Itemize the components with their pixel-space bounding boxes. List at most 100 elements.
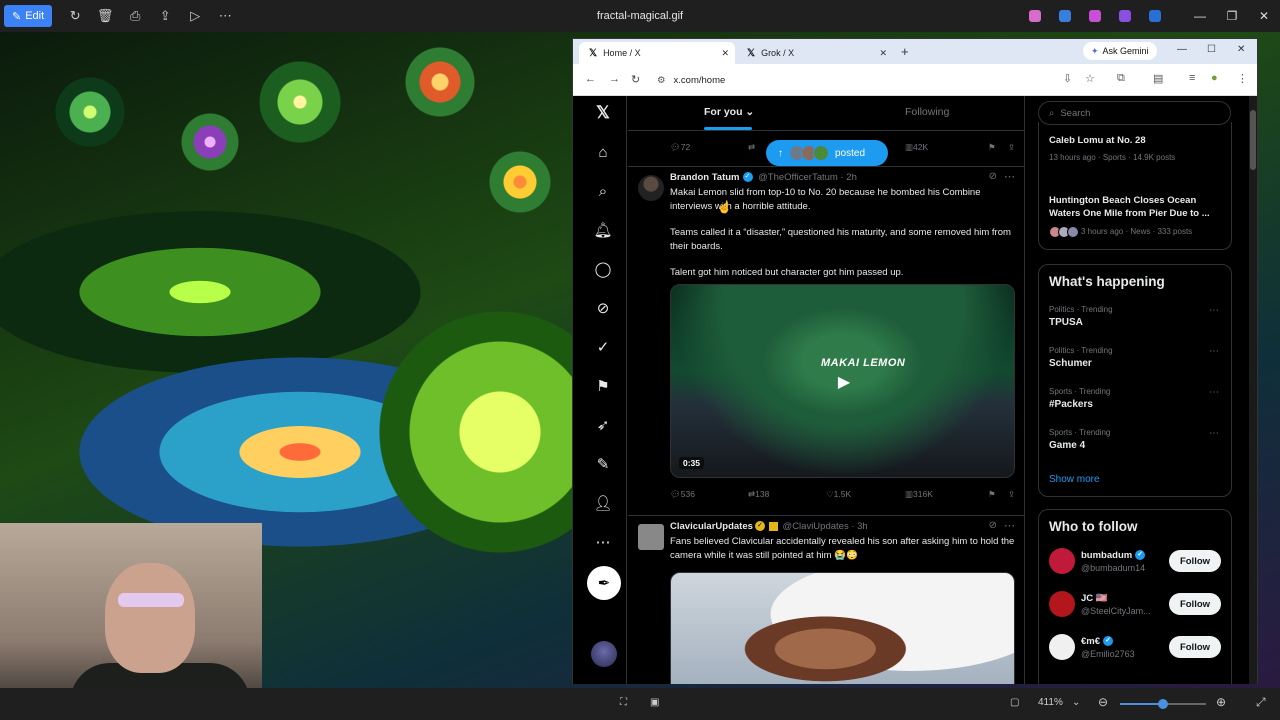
delete-icon[interactable]: 🗑 — [90, 8, 120, 24]
minimize-icon[interactable]: — — [1184, 9, 1216, 23]
messages-chat-icon[interactable]: ◯ — [590, 256, 616, 282]
zoom-slider[interactable] — [1120, 699, 1206, 709]
x-home-logo-icon[interactable]: 𝕏 — [590, 100, 616, 126]
filmstrip-icon[interactable]: ⛶ — [620, 697, 627, 708]
close-tab-icon[interactable]: ✕ — [721, 48, 729, 59]
news-item-title[interactable]: Huntington Beach Closes Ocean Waters One… — [1049, 194, 1224, 220]
like-button[interactable]: ♡ 1.5K — [826, 489, 851, 500]
notifications-bell-icon[interactable]: 🔔︎ — [590, 217, 616, 243]
trend-more-icon[interactable]: ⋯ — [1209, 428, 1219, 439]
show-more-link[interactable]: Show more — [1049, 474, 1100, 485]
trend-name[interactable]: Game 4 — [1049, 440, 1085, 451]
compare-icon[interactable]: ▣ — [650, 697, 659, 708]
url-bar[interactable]: ⚙ x.com/home — [657, 69, 1057, 91]
profile-person-icon[interactable]: 👤︎ — [590, 490, 616, 516]
author-name[interactable]: ClavicularUpdates — [670, 521, 753, 532]
restore-icon[interactable]: ❐ — [1216, 9, 1248, 23]
bookmark-icon[interactable]: ⚑ — [988, 142, 996, 153]
bookmarks-icon[interactable]: ⚑ — [590, 373, 616, 399]
follow-button[interactable]: Follow — [1169, 550, 1221, 572]
views-button[interactable]: ▥ 316K — [905, 489, 933, 500]
suggestion-avatar[interactable] — [1049, 548, 1075, 574]
suggestion-avatar[interactable] — [1049, 591, 1075, 617]
print-icon[interactable]: ⎙ — [120, 8, 150, 24]
trend-more-icon[interactable]: ⋯ — [1209, 346, 1219, 357]
rocket-icon[interactable]: ➶ — [590, 412, 616, 438]
follow-button[interactable]: Follow — [1169, 593, 1221, 615]
more-options-icon[interactable]: ⋯ — [210, 8, 240, 24]
close-icon[interactable]: ✕ — [1248, 9, 1280, 23]
rotate-icon[interactable]: ↻ — [60, 8, 90, 24]
tab-grok-x[interactable]: 𝕏 Grok / X ✕ — [737, 42, 893, 64]
author-name[interactable]: Brandon Tatum — [670, 172, 740, 183]
browser-close-icon[interactable]: ✕ — [1237, 44, 1245, 55]
suggestion-row[interactable]: €m€ ✓ — [1081, 636, 1116, 647]
slideshow-icon[interactable]: ▷ — [180, 8, 210, 24]
reading-list-icon[interactable]: ≡ — [1189, 72, 1195, 84]
designer-icon[interactable] — [1059, 10, 1071, 22]
ask-gemini-button[interactable]: ✦ Ask Gemini — [1083, 42, 1157, 60]
scrollbar-thumb[interactable] — [1250, 110, 1256, 170]
clipchamp-icon[interactable] — [1089, 10, 1101, 22]
fit-icon[interactable]: ▢ — [1010, 697, 1019, 708]
onedrive-icon[interactable] — [1149, 10, 1161, 22]
suggestion-avatar[interactable] — [1049, 634, 1075, 660]
tab-home-x[interactable]: 𝕏 Home / X ✕ — [579, 42, 735, 64]
explore-search-icon[interactable]: ⌕ — [590, 178, 616, 204]
share-icon[interactable]: ⇪ — [1008, 489, 1015, 500]
zoom-out-icon[interactable]: ⊖ — [1098, 695, 1108, 709]
close-tab-icon[interactable]: ✕ — [879, 48, 887, 59]
zoom-slider-knob[interactable] — [1158, 699, 1168, 709]
edit-button[interactable]: ✎ Edit — [4, 5, 53, 27]
reply-button[interactable]: 💬︎ 536 — [670, 489, 695, 500]
extensions-icon[interactable]: ⧉ — [1117, 72, 1125, 85]
tab-following[interactable]: Following — [905, 106, 949, 118]
articles-edit-icon[interactable]: ✎ — [590, 451, 616, 477]
suggestion-name[interactable]: JC 🇺🇸 — [1081, 593, 1108, 604]
trend-name[interactable]: Schumer — [1049, 358, 1092, 369]
grok-explain-icon[interactable]: ⊘ — [989, 520, 997, 531]
tweet-time[interactable]: · 2h — [840, 172, 856, 183]
share-icon[interactable]: ⇪ — [1008, 142, 1015, 153]
repost-button[interactable]: ⇄ 138 — [748, 489, 769, 500]
trend-name[interactable]: TPUSA — [1049, 317, 1083, 328]
sidebar-icon[interactable]: ▤ — [1153, 72, 1163, 85]
trend-name[interactable]: #Packers — [1049, 399, 1093, 410]
profile-icon[interactable]: ● — [1211, 72, 1218, 84]
site-info-icon[interactable]: ⚙ — [657, 75, 666, 86]
new-posts-pill[interactable]: ↑ posted — [766, 140, 888, 166]
follow-button[interactable]: Follow — [1169, 636, 1221, 658]
author-avatar[interactable] — [638, 175, 664, 201]
grok-icon[interactable]: ⊘ — [590, 295, 616, 321]
news-item-title[interactable]: Caleb Lomu at No. 28 — [1049, 134, 1224, 147]
views-button[interactable]: ▥ 42K — [905, 142, 928, 153]
chevron-down-icon[interactable]: ⌄ — [1072, 697, 1080, 708]
fullscreen-icon[interactable]: ⤢ — [1256, 695, 1266, 710]
back-icon[interactable]: ← — [585, 73, 596, 85]
play-icon[interactable]: ▶ — [833, 371, 855, 393]
grok-explain-icon[interactable]: ⊘ — [989, 171, 997, 182]
suggestion-row[interactable]: bumbadum ✓ — [1081, 550, 1148, 561]
browser-maximize-icon[interactable]: ☐ — [1207, 44, 1216, 55]
author-handle[interactable]: @TheOfficerTatum — [758, 172, 838, 183]
account-avatar[interactable] — [591, 641, 617, 667]
more-circle-icon[interactable]: ⋯ — [590, 529, 616, 555]
browser-minimize-icon[interactable]: — — [1177, 44, 1187, 55]
copilot-icon[interactable] — [1029, 10, 1041, 22]
author-avatar[interactable] — [638, 524, 664, 550]
home-icon[interactable]: ⌂ — [590, 139, 616, 165]
zoom-level[interactable]: 411% — [1038, 697, 1063, 708]
reply-button[interactable]: 💬︎ 72 — [670, 142, 690, 153]
more-options-icon[interactable]: ⋯ — [1004, 170, 1015, 183]
trend-more-icon[interactable]: ⋯ — [1209, 305, 1219, 316]
share-icon[interactable]: ⇪ — [150, 8, 180, 24]
tweet-photo[interactable] — [670, 572, 1015, 684]
new-tab-icon[interactable]: + — [901, 44, 909, 59]
tweet-time[interactable]: · 3h — [851, 521, 867, 532]
compose-post-button[interactable]: ✒ — [587, 566, 621, 600]
tweet[interactable]: ClavicularUpdates ✓ @ClaviUpdates · 3h ⊘ … — [628, 515, 1024, 684]
tweet[interactable]: Brandon Tatum ✓ @TheOfficerTatum · 2h ⊘ ⋯… — [628, 166, 1024, 511]
video-editor-icon[interactable] — [1119, 10, 1131, 22]
bookmark-star-icon[interactable]: ☆ — [1085, 72, 1095, 85]
more-options-icon[interactable]: ⋯ — [1004, 519, 1015, 532]
